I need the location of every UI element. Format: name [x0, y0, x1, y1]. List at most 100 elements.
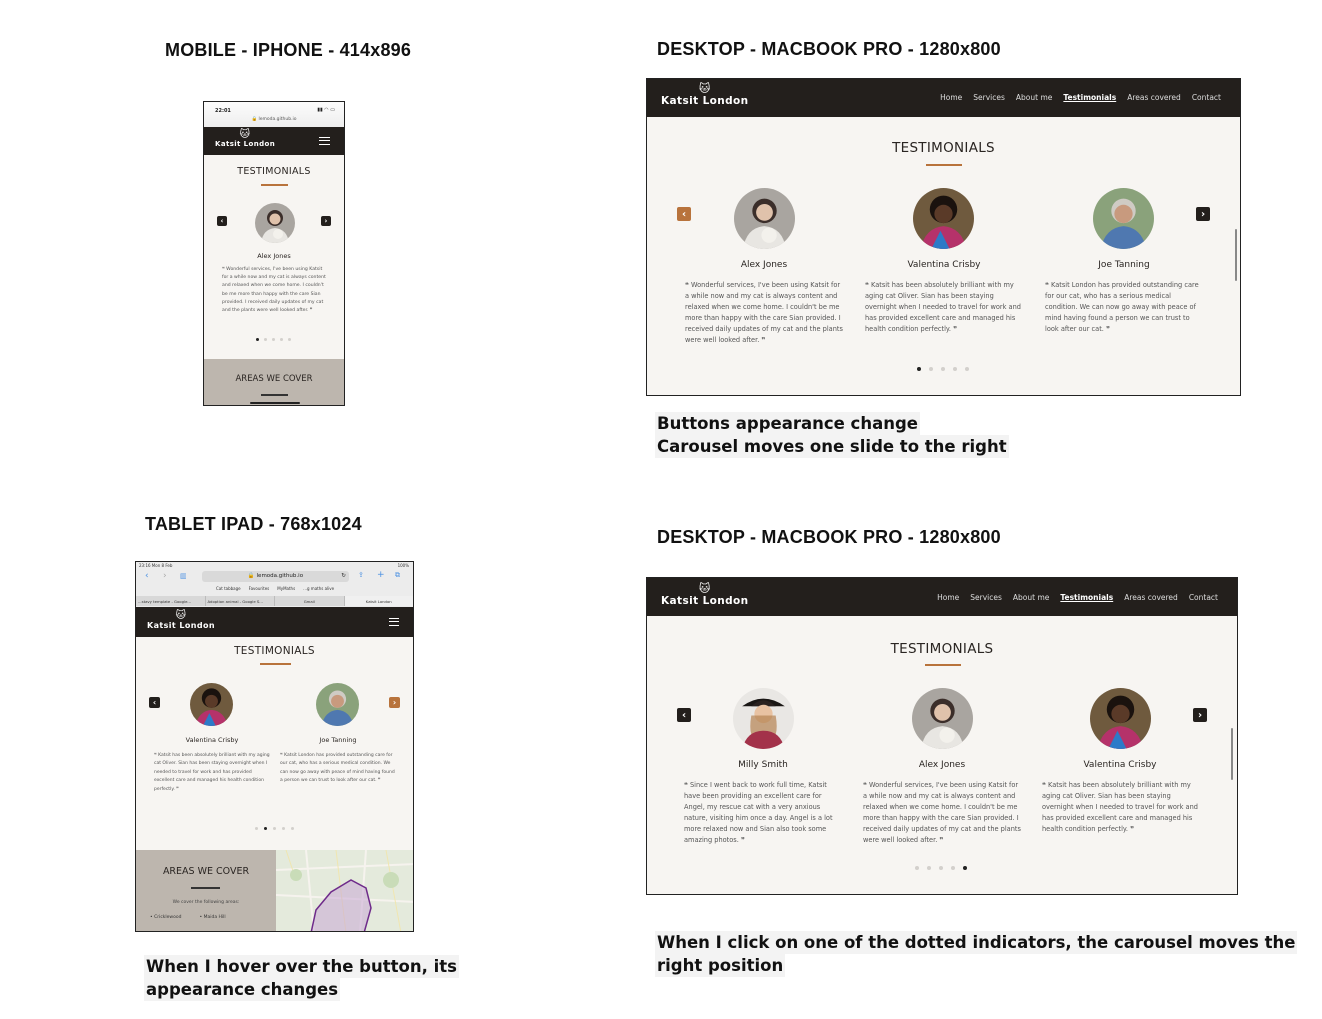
areas-section: AREAS WE COVER — [204, 359, 344, 405]
areas-list: • Cricklewood • Maida Hill — [150, 915, 226, 920]
reload-icon[interactable]: ↻ — [341, 571, 346, 582]
carousel-indicators — [915, 866, 967, 870]
nav-testimonials[interactable]: Testimonials — [1060, 593, 1113, 602]
mobile-status-bar: 22:01 ▮▮ ◠ ▭ 🔒 lemoda.github.io — [204, 102, 344, 127]
share-icon[interactable]: ⇪ — [358, 571, 364, 579]
indicator-dot-1[interactable] — [256, 338, 259, 341]
nav-home[interactable]: Home — [937, 593, 959, 602]
indicator-dot-2[interactable] — [927, 866, 931, 870]
scrollbar[interactable] — [1235, 229, 1237, 281]
carousel-next-button[interactable]: › — [321, 216, 331, 226]
bookmark-item[interactable]: Cat tabbage — [216, 586, 241, 591]
browser-tab[interactable]: Gmail — [275, 596, 345, 606]
carousel-prev-button[interactable]: ‹ — [149, 697, 160, 708]
areas-underline — [261, 394, 288, 396]
indicator-dot-2[interactable] — [264, 338, 267, 341]
areas-underline — [191, 887, 220, 889]
carousel-next-button[interactable]: › — [1196, 207, 1210, 221]
brand-logo[interactable]: 🐱︎ Katsit London — [661, 83, 749, 108]
nav-services[interactable]: Services — [970, 593, 1002, 602]
carousel-prev-button-hover[interactable]: ‹ — [677, 207, 691, 221]
carousel-prev-button[interactable]: ‹ — [677, 708, 691, 722]
signal-icon: ▮▮ ◠ ▭ — [317, 107, 335, 113]
testimonial-name: Joe Tanning — [319, 736, 357, 744]
nav-about[interactable]: About me — [1016, 93, 1052, 102]
indicator-dot-2[interactable] — [929, 367, 933, 371]
indicator-dot-1[interactable] — [917, 367, 921, 371]
desktop-navbar: 🐱︎ Katsit London Home Services About me … — [647, 578, 1237, 616]
testimonial-name: Milly Smith — [738, 760, 788, 770]
tablet-mockup: 23:16 Mon 8 Feb 100% ‹ › ▥ 🔒 lemoda.gith… — [135, 561, 414, 932]
desktop2-note: When I click on one of the dotted indica… — [655, 931, 1298, 977]
sidebar-icon[interactable]: ▥ — [180, 572, 187, 580]
tablet-navbar: 🐱︎ Katsit London — [136, 607, 413, 637]
indicator-dot-5[interactable] — [291, 827, 294, 830]
carousel-prev-button[interactable]: ‹ — [217, 216, 227, 226]
browser-tab[interactable]: ...stavy template - Google... — [136, 596, 206, 606]
brand-logo[interactable]: 🐱︎ Katsit London — [661, 583, 749, 608]
testimonial-quote: ❝ Wonderful services, I've been using Ka… — [222, 267, 326, 314]
indicator-dot-3[interactable] — [273, 827, 276, 830]
nav-home[interactable]: Home — [940, 93, 962, 102]
carousel-next-button[interactable]: › — [1193, 708, 1207, 722]
testimonial-name: Alex Jones — [257, 252, 291, 260]
nav-about[interactable]: About me — [1013, 593, 1049, 602]
carousel-next-button-hover[interactable]: › — [389, 697, 400, 708]
indicator-dot-1[interactable] — [915, 866, 919, 870]
indicator-dot-3[interactable] — [272, 338, 275, 341]
indicator-dot-3[interactable] — [941, 367, 945, 371]
new-tab-icon[interactable]: + — [377, 570, 385, 580]
avatar-joe-tanning — [316, 683, 359, 726]
area-item: • Cricklewood — [150, 915, 182, 920]
avatar-alex-jones — [912, 688, 973, 749]
indicator-dot-5[interactable] — [288, 338, 291, 341]
nav-areas[interactable]: Areas covered — [1124, 593, 1178, 602]
indicator-dot-5[interactable] — [963, 866, 967, 870]
nav-contact[interactable]: Contact — [1189, 593, 1218, 602]
testimonial-name: Alex Jones — [918, 760, 966, 770]
nav-areas[interactable]: Areas covered — [1127, 93, 1181, 102]
indicator-dot-1[interactable] — [255, 827, 258, 830]
indicator-dot-4[interactable] — [280, 338, 283, 341]
indicator-dot-5[interactable] — [965, 367, 969, 371]
nav-menu: Home Services About me Testimonials Area… — [940, 93, 1221, 102]
menu-icon[interactable] — [389, 618, 399, 626]
avatar-alex-jones — [255, 203, 295, 243]
bookmark-item[interactable]: ...g maths alive — [303, 586, 334, 591]
tabs-icon[interactable]: ⧉ — [395, 571, 400, 580]
address-bar[interactable]: 🔒 lemoda.github.io ↻ — [202, 571, 349, 582]
carousel-indicators — [917, 367, 969, 371]
desktop1-heading: DESKTOP - MACBOOK PRO - 1280x800 — [657, 39, 1001, 59]
forward-icon[interactable]: › — [163, 571, 167, 581]
tablet-heading: TABLET IPAD - 768x1024 — [145, 514, 362, 534]
indicator-dot-4[interactable] — [282, 827, 285, 830]
avatar-alex-jones — [734, 188, 795, 249]
brand-logo[interactable]: 🐱︎ Katsit London — [147, 611, 215, 631]
browser-tab[interactable]: Adoption animal - Google S... — [206, 596, 275, 606]
avatar-milly-smith — [733, 688, 794, 749]
areas-map[interactable] — [276, 850, 413, 931]
indicator-dot-2[interactable] — [264, 827, 267, 830]
bookmark-item[interactable]: Favourites — [249, 586, 270, 591]
nav-services[interactable]: Services — [973, 93, 1005, 102]
indicator-dot-3[interactable] — [939, 866, 943, 870]
desktop2-heading: DESKTOP - MACBOOK PRO - 1280x800 — [657, 527, 1001, 547]
indicator-dot-4[interactable] — [953, 367, 957, 371]
testimonial-quote: ❝ Wonderful services, I've been using Ka… — [863, 781, 1021, 844]
desktop-navbar: 🐱︎ Katsit London Home Services About me … — [647, 79, 1240, 117]
mobile-url[interactable]: 🔒 lemoda.github.io — [204, 117, 344, 122]
menu-icon[interactable] — [319, 137, 330, 145]
brand-name: Katsit London — [215, 140, 276, 148]
back-icon[interactable]: ‹ — [145, 571, 149, 581]
bookmark-item[interactable]: MyMaths — [277, 586, 295, 591]
testimonial-quote: ❝ Katsit London has provided outstanding… — [280, 753, 395, 784]
areas-intro: We cover the following areas: — [172, 900, 240, 905]
testimonial-quote: ❝ Since I went back to work full time, K… — [684, 781, 833, 844]
brand-logo[interactable]: 🐱︎ Katsit London — [215, 130, 276, 149]
section-title: TESTIMONIALS — [237, 166, 311, 177]
scrollbar[interactable] — [1231, 728, 1233, 780]
browser-tab-active[interactable]: Katsit London — [344, 596, 413, 606]
nav-contact[interactable]: Contact — [1192, 93, 1221, 102]
nav-testimonials[interactable]: Testimonials — [1063, 93, 1116, 102]
indicator-dot-4[interactable] — [951, 866, 955, 870]
